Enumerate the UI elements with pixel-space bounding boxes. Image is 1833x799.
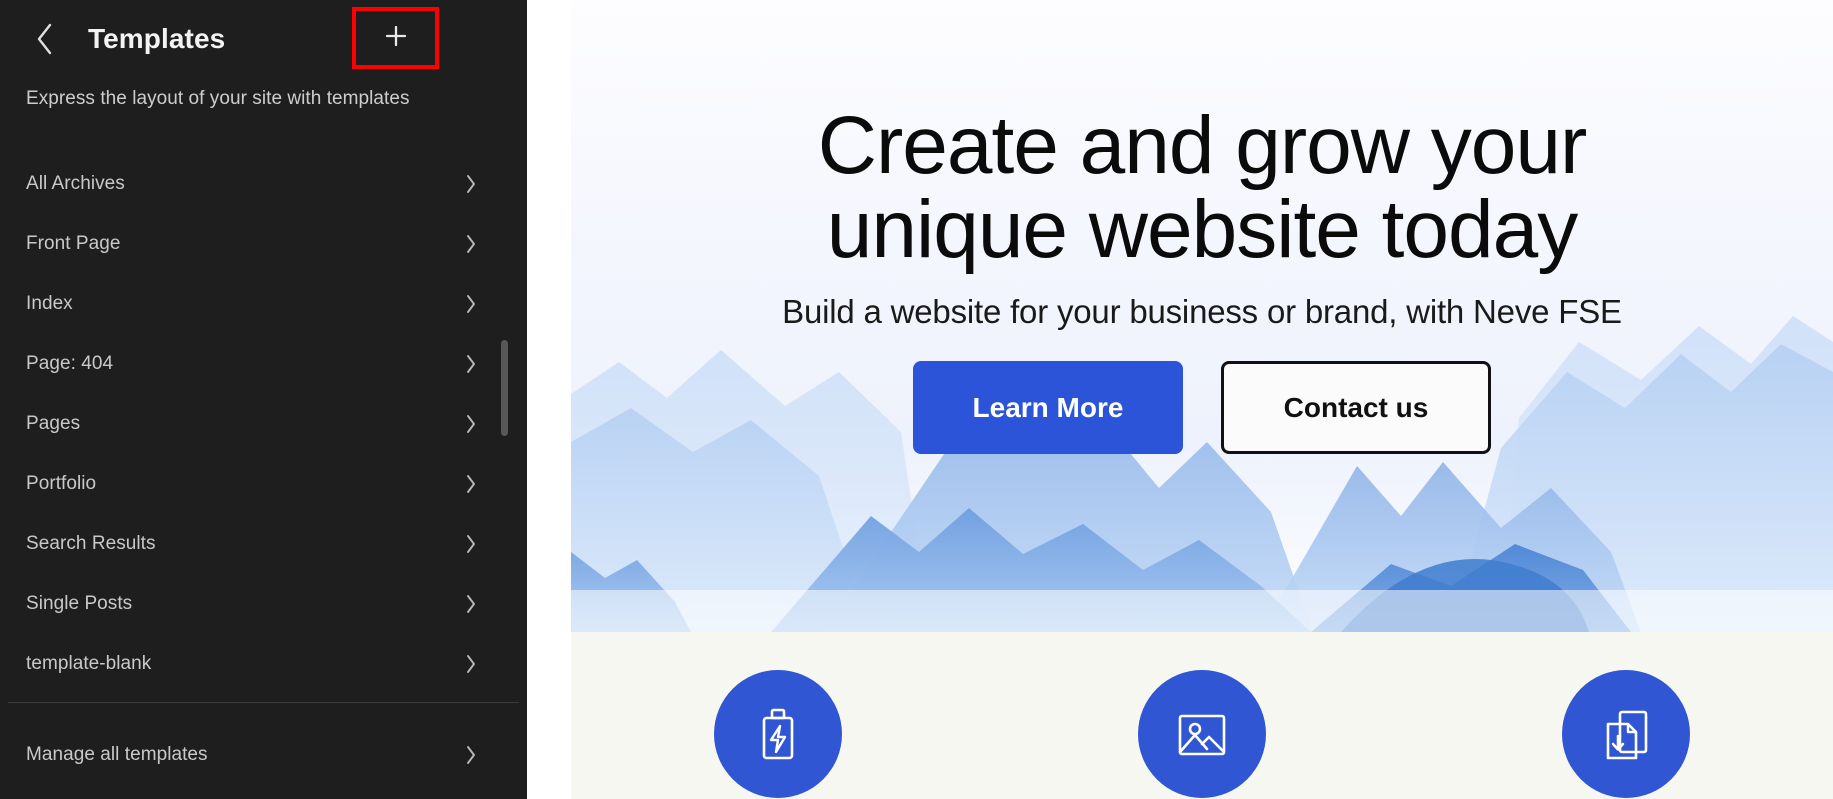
sidebar-subtitle: Express the layout of your site with tem… <box>26 88 410 109</box>
sidebar-item-label: Manage all templates <box>26 744 208 765</box>
sidebar-item-label: template-blank <box>26 653 152 674</box>
feature-icon-circle <box>714 670 842 798</box>
sidebar-item-page-404[interactable]: Page: 404 <box>0 334 527 394</box>
sidebar-item-label: Search Results <box>26 533 156 554</box>
chevron-right-icon <box>465 474 477 494</box>
page-title: Templates <box>88 23 226 54</box>
hero-section: Create and grow your unique website toda… <box>571 0 1833 632</box>
sidebar-item-index[interactable]: Index <box>0 274 527 334</box>
sidebar-divider <box>8 702 519 703</box>
sidebar-item-template-blank[interactable]: template-blank <box>0 634 527 694</box>
sidebar-footer: Manage all templates <box>0 725 527 785</box>
sidebar-scrollbar[interactable] <box>501 0 508 799</box>
sidebar-header: Templates <box>0 0 527 78</box>
feature-item <box>1138 670 1266 798</box>
sidebar-item-all-archives[interactable]: All Archives <box>0 154 527 214</box>
chevron-right-icon <box>465 174 477 194</box>
sidebar-item-pages[interactable]: Pages <box>0 394 527 454</box>
hero-subtitle: Build a website for your business or bra… <box>782 293 1622 331</box>
back-button[interactable] <box>24 18 66 60</box>
chevron-right-icon <box>465 354 477 374</box>
sidebar-item-label: Index <box>26 293 73 314</box>
hero-title: Create and grow your unique website toda… <box>752 104 1652 271</box>
sidebar-item-label: All Archives <box>26 173 125 194</box>
hero-title-line-1: Create and grow your <box>817 100 1588 191</box>
sidebar-item-label: Portfolio <box>26 473 97 494</box>
sidebar-item-single-posts[interactable]: Single Posts <box>0 574 527 634</box>
feature-item <box>714 670 842 798</box>
chevron-right-icon <box>465 294 477 314</box>
templates-list: All Archives Front Page Index Page: 404 <box>0 154 527 785</box>
sidebar-item-label: Front Page <box>26 233 121 254</box>
hero-title-line-2: unique website today <box>826 183 1578 275</box>
sidebar-item-front-page[interactable]: Front Page <box>0 214 527 274</box>
sidebar-item-portfolio[interactable]: Portfolio <box>0 454 527 514</box>
chevron-right-icon <box>465 654 477 674</box>
feature-icon-circle <box>1562 670 1690 798</box>
sidebar-item-label: Pages <box>26 413 81 434</box>
sidebar-scrollbar-thumb[interactable] <box>501 340 508 436</box>
hero-content: Create and grow your unique website toda… <box>571 0 1833 455</box>
chevron-right-icon <box>465 534 477 554</box>
sidebar-item-label: Page: 404 <box>26 353 114 374</box>
battery-charging-icon <box>746 702 810 766</box>
site-preview-frame: Create and grow your unique website toda… <box>571 0 1833 799</box>
chevron-right-icon <box>465 234 477 254</box>
add-template-button[interactable] <box>352 7 439 69</box>
sidebar-item-manage-all-templates[interactable]: Manage all templates <box>0 725 527 785</box>
templates-sidebar: Templates Express the layout of your sit… <box>0 0 527 799</box>
learn-more-button[interactable]: Learn More <box>913 361 1183 455</box>
app-root: Templates Express the layout of your sit… <box>0 0 1833 799</box>
contact-us-button[interactable]: Contact us <box>1221 361 1491 455</box>
feature-item <box>1562 670 1690 798</box>
chevron-right-icon <box>465 594 477 614</box>
sidebar-item-label: Single Posts <box>26 593 133 614</box>
image-icon <box>1170 702 1234 766</box>
feature-icon-circle <box>1138 670 1266 798</box>
plus-icon <box>383 23 409 54</box>
features-section <box>571 632 1833 799</box>
chevron-right-icon <box>465 414 477 434</box>
site-preview-canvas: Create and grow your unique website toda… <box>527 0 1833 799</box>
chevron-right-icon <box>465 745 477 765</box>
hero-button-group: Learn More Contact us <box>571 361 1833 455</box>
document-download-icon <box>1594 702 1658 766</box>
chevron-left-icon <box>34 22 56 56</box>
sidebar-item-search-results[interactable]: Search Results <box>0 514 527 574</box>
